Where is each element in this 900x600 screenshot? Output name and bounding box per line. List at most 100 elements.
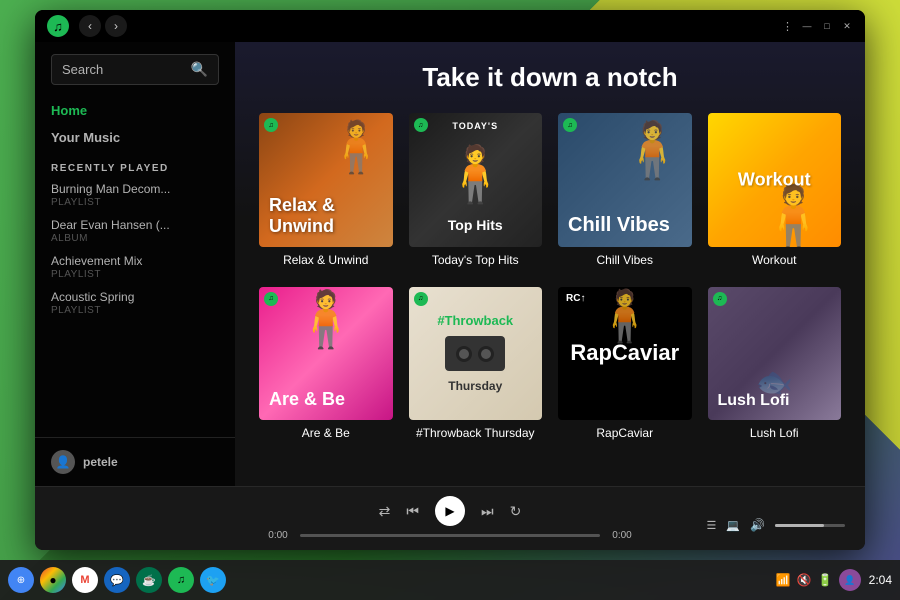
network-icon: 📶 xyxy=(776,573,791,587)
queue-icon[interactable]: ☰ xyxy=(706,519,716,532)
maximize-button[interactable]: □ xyxy=(821,20,833,32)
card-chillvibes-text: Chill Vibes xyxy=(568,214,682,237)
card-lush-lofi[interactable]: ♫ 🐟 Lush Lofi Lush Lofi xyxy=(708,287,842,441)
sidebar-item-home[interactable]: Home xyxy=(51,97,219,124)
card-rapcaviar-text: RapCaviar xyxy=(565,341,685,365)
sidebar-top: Search 🔍 Home Your Music RECENTLY PLAYED… xyxy=(35,42,235,338)
cassette-reel-right xyxy=(478,346,494,362)
taskbar-left: ⊕ ● M 💬 ☕ ♫ 🐦 xyxy=(8,567,226,593)
list-item[interactable]: Achievement Mix PLAYLIST xyxy=(51,254,219,280)
card-throwback[interactable]: ♫ #Throwback Thursday #Throwback Thursda… xyxy=(409,287,543,441)
spotify-badge-icon: ♫ xyxy=(264,118,278,132)
back-button[interactable]: ‹ xyxy=(79,15,101,37)
taskbar-icon-messages[interactable]: 💬 xyxy=(104,567,130,593)
volume-fill xyxy=(775,524,824,527)
card-are-be-title: Are & Be xyxy=(259,426,393,440)
clock: 2:04 xyxy=(869,573,892,587)
volume-tray-icon[interactable]: 🔇 xyxy=(797,573,812,587)
repeat-button[interactable]: ↻ xyxy=(510,503,522,520)
sidebar-item-your-music[interactable]: Your Music xyxy=(51,124,219,151)
search-icon: 🔍 xyxy=(191,61,208,78)
more-options-icon[interactable]: ⋮ xyxy=(782,20,793,33)
window-controls: ⋮ — □ ✕ xyxy=(782,20,853,33)
taskbar-icon-gmail[interactable]: M xyxy=(72,567,98,593)
previous-button[interactable]: ⏮ xyxy=(406,503,419,520)
taskbar-icon-chrome-os[interactable]: ⊕ xyxy=(8,567,34,593)
app-body: Search 🔍 Home Your Music RECENTLY PLAYED… xyxy=(35,42,865,486)
workout-person-icon: 🧍 xyxy=(756,187,831,247)
playlist-type: ALBUM xyxy=(51,233,219,244)
card-throwback-hash: #Throwback xyxy=(437,313,513,328)
card-workout-text: Workout xyxy=(738,169,811,190)
card-tophits-title: Top Hits xyxy=(448,217,503,233)
cassette-reel-left xyxy=(456,346,472,362)
card-rap-caviar[interactable]: RC↑ 🧍 RapCaviar RapCaviar xyxy=(558,287,692,441)
playlist-name: Burning Man Decom... xyxy=(51,182,219,196)
card-rap-caviar-title: RapCaviar xyxy=(558,426,692,440)
cards-row-2: ♫ 🧍 Are & Be Are & Be ♫ #Throwback xyxy=(259,287,841,441)
taskbar-icon-chrome[interactable]: ● xyxy=(40,567,66,593)
card-art-rap-caviar: RC↑ 🧍 RapCaviar xyxy=(558,287,692,421)
spotify-badge-icon: ♫ xyxy=(563,118,577,132)
user-name: petele xyxy=(83,455,118,469)
progress-bar[interactable] xyxy=(300,534,600,537)
taskbar-icon-spotify[interactable]: ♫ xyxy=(168,567,194,593)
card-art-workout: 🧍 Workout xyxy=(708,113,842,247)
card-art-are-be: ♫ 🧍 Are & Be xyxy=(259,287,393,421)
card-art-lush-lofi: ♫ 🐟 Lush Lofi xyxy=(708,287,842,421)
card-top-hits[interactable]: ♫ Today's 🧍 Top Hits Today's Top Hits xyxy=(409,113,543,267)
spotify-badge-icon: ♫ xyxy=(414,292,428,306)
profile-icon[interactable]: 👤 xyxy=(839,569,861,591)
card-art-throwback: ♫ #Throwback Thursday xyxy=(409,287,543,421)
battery-icon: 🔋 xyxy=(818,573,833,587)
card-chill-vibes[interactable]: ♫ 🧍 Chill Vibes Chill Vibes xyxy=(558,113,692,267)
desktop: ♫ ‹ › ⋮ — □ ✕ Search 🔍 xyxy=(0,0,900,600)
card-art-chill-vibes: ♫ 🧍 Chill Vibes xyxy=(558,113,692,247)
avatar: 👤 xyxy=(51,450,75,474)
card-lush-lofi-title: Lush Lofi xyxy=(708,426,842,440)
list-item[interactable]: Acoustic Spring PLAYLIST xyxy=(51,290,219,316)
forward-button[interactable]: › xyxy=(105,15,127,37)
page-title: Take it down a notch xyxy=(259,62,841,93)
card-throwback-inner: #Throwback Thursday xyxy=(409,287,543,421)
shuffle-button[interactable]: ⇄ xyxy=(379,503,391,520)
card-chill-vibes-title: Chill Vibes xyxy=(558,253,692,267)
card-art-relax-unwind: ♫ 🧍 Relax & Unwind xyxy=(259,113,393,247)
card-workout-title: Workout xyxy=(708,253,842,267)
cards-row-1: ♫ 🧍 Relax & Unwind Relax & Unwind ♫ Toda… xyxy=(259,113,841,267)
nav-buttons: ‹ › xyxy=(79,15,127,37)
devices-icon[interactable]: 💻 xyxy=(726,519,740,532)
card-workout[interactable]: 🧍 Workout Workout xyxy=(708,113,842,267)
play-button[interactable]: ▶ xyxy=(435,496,465,526)
card-tophits-inner: Today's 🧍 Top Hits xyxy=(409,113,543,247)
minimize-button[interactable]: — xyxy=(801,20,813,32)
card-relax-title: Relax & Unwind xyxy=(259,253,393,267)
card-relax-unwind[interactable]: ♫ 🧍 Relax & Unwind Relax & Unwind xyxy=(259,113,393,267)
cassette-icon xyxy=(445,336,505,371)
list-item[interactable]: Burning Man Decom... PLAYLIST xyxy=(51,182,219,208)
card-throwback-thursday-title: #Throwback Thursday xyxy=(409,426,543,440)
current-time: 0:00 xyxy=(264,530,292,541)
sidebar: Search 🔍 Home Your Music RECENTLY PLAYED… xyxy=(35,42,235,486)
card-arebe-text: Are & Be xyxy=(269,389,345,410)
card-are-be[interactable]: ♫ 🧍 Are & Be Are & Be xyxy=(259,287,393,441)
playlist-name: Achievement Mix xyxy=(51,254,219,268)
main-content: Take it down a notch ♫ 🧍 Relax & Unwind … xyxy=(235,42,865,486)
rc-badge: RC↑ xyxy=(563,292,588,305)
player-extra-btns: ☰ 💻 🔊 xyxy=(706,518,845,532)
recently-played-header: RECENTLY PLAYED xyxy=(51,163,219,174)
card-lushlofi-text: Lush Lofi xyxy=(718,392,790,410)
search-box[interactable]: Search 🔍 xyxy=(51,54,219,85)
volume-bar[interactable] xyxy=(775,524,845,527)
title-bar: ♫ ‹ › ⋮ — □ ✕ xyxy=(35,10,865,42)
next-button[interactable]: ⏭ xyxy=(481,503,494,520)
taskbar-icon-starbucks[interactable]: ☕ xyxy=(136,567,162,593)
taskbar-icon-twitter[interactable]: 🐦 xyxy=(200,567,226,593)
list-item[interactable]: Dear Evan Hansen (... ALBUM xyxy=(51,218,219,244)
taskbar: ⊕ ● M 💬 ☕ ♫ 🐦 📶 🔇 🔋 👤 2:04 xyxy=(0,560,900,600)
card-tophits-label: Today's xyxy=(409,121,543,131)
relax-person-icon: 🧍 xyxy=(325,118,387,177)
arebe-figure-icon: 🧍 xyxy=(292,287,360,352)
taskbar-right: 📶 🔇 🔋 👤 2:04 xyxy=(776,569,892,591)
close-button[interactable]: ✕ xyxy=(841,20,853,32)
